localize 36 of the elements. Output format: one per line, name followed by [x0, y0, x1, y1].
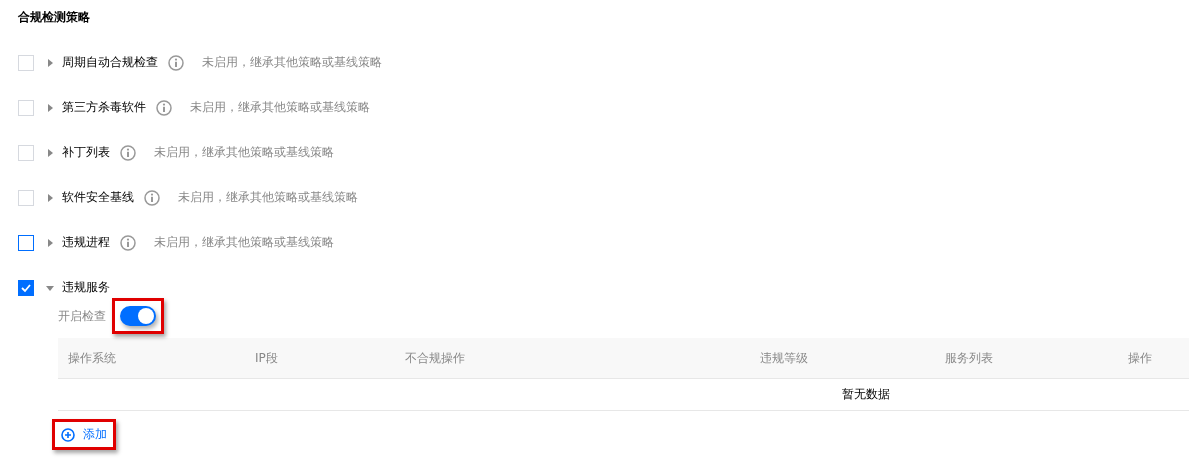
caret-icon[interactable]	[46, 193, 54, 202]
column-header: 违规等级	[759, 349, 809, 367]
column-header: 操作系统	[67, 349, 117, 367]
policy-label: 周期自动合规检查	[62, 54, 158, 71]
caret-icon[interactable]	[46, 238, 54, 247]
section-title: 合规检测策略	[18, 9, 90, 26]
policy-label: 软件安全基线	[62, 189, 134, 206]
empty-text: 暂无数据	[842, 386, 890, 403]
checkbox[interactable]	[18, 234, 34, 251]
column-header: 服务列表	[944, 349, 994, 367]
plus-circle-icon	[61, 427, 75, 442]
status-hint: 未启用，继承其他策略或基线策略	[178, 189, 358, 206]
toggle-label: 开启检查	[58, 307, 106, 325]
status-hint: 未启用，继承其他策略或基线策略	[154, 144, 334, 161]
column-header: IP段	[254, 349, 279, 367]
policy-label: 违规服务	[62, 279, 110, 296]
status-hint: 未启用，继承其他策略或基线策略	[154, 234, 334, 251]
info-icon[interactable]	[168, 54, 184, 71]
caret-icon[interactable]	[46, 58, 54, 67]
checkbox[interactable]	[18, 279, 34, 296]
info-icon[interactable]	[120, 144, 136, 161]
caret-icon[interactable]	[46, 283, 54, 292]
policy-label: 补丁列表	[62, 144, 110, 161]
column-header: 不合规操作	[404, 349, 466, 367]
add-button[interactable]: 添加	[59, 424, 109, 445]
status-hint: 未启用，继承其他策略或基线策略	[202, 54, 382, 71]
info-icon[interactable]	[120, 234, 136, 251]
caret-icon[interactable]	[46, 103, 54, 112]
policy-label: 第三方杀毒软件	[62, 99, 146, 116]
info-icon[interactable]	[156, 99, 172, 116]
column-header: 操作	[1127, 349, 1153, 367]
toggle-switch[interactable]	[120, 306, 156, 326]
status-hint: 未启用，继承其他策略或基线策略	[190, 99, 370, 116]
info-icon[interactable]	[144, 189, 160, 206]
caret-icon[interactable]	[46, 148, 54, 157]
policy-label: 违规进程	[62, 234, 110, 251]
